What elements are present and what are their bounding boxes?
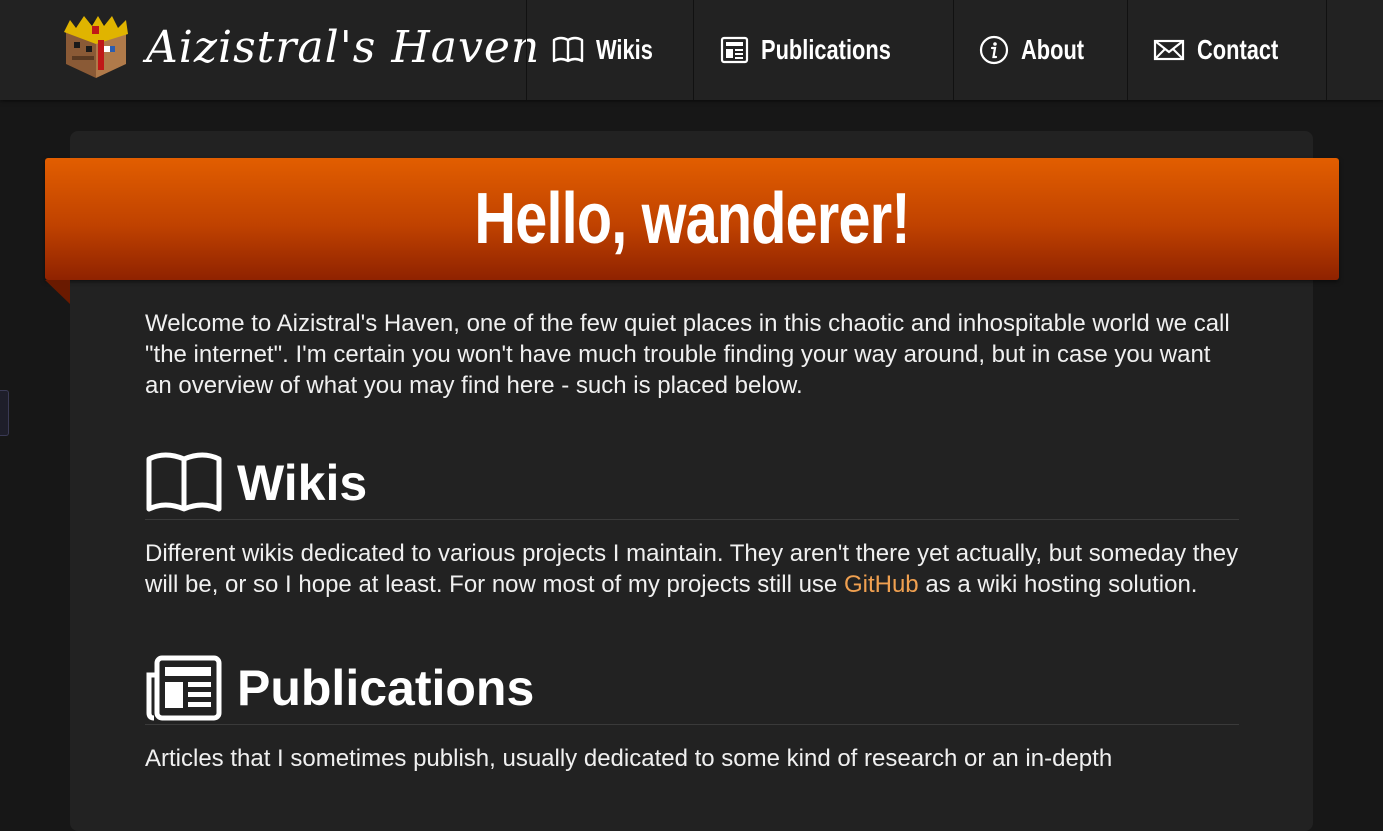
github-link[interactable]: GitHub — [844, 571, 919, 598]
book-icon — [146, 452, 222, 512]
nav-about-label: About — [1020, 34, 1084, 65]
brand-home-link[interactable]: Aizistral's Haven — [58, 12, 540, 82]
main-nav: Wikis Publications About Contact — [525, 0, 1327, 100]
main-content: Welcome to Aizistral's Haven, one of the… — [145, 308, 1239, 774]
hero-ribbon: Hello, wanderer! — [45, 158, 1339, 280]
avatar-icon — [64, 16, 128, 78]
top-navbar: Aizistral's Haven Wikis Publications Abo… — [0, 0, 1383, 100]
nav-publications-label: Publications — [761, 34, 892, 65]
side-drawer-handle[interactable] — [0, 390, 9, 436]
brand-name: Aizistral's Haven — [146, 21, 541, 73]
wikis-text-after: as a wiki hosting solution. — [918, 571, 1198, 598]
book-icon — [552, 36, 583, 63]
info-icon — [979, 35, 1009, 65]
publications-title: Publications — [237, 660, 535, 716]
hero-title: Hello, wanderer! — [474, 179, 910, 259]
wikis-text: Different wikis dedicated to various pro… — [145, 538, 1239, 600]
newspaper-icon — [721, 36, 749, 64]
ribbon-fold — [45, 280, 70, 304]
wikis-section-header: Wikis — [145, 447, 1239, 520]
wikis-title: Wikis — [237, 455, 368, 511]
nav-publications[interactable]: Publications — [694, 0, 954, 100]
nav-wikis-label: Wikis — [595, 34, 653, 65]
nav-contact[interactable]: Contact — [1128, 0, 1327, 100]
publications-text: Articles that I sometimes publish, usual… — [145, 745, 1113, 772]
nav-contact-label: Contact — [1196, 34, 1279, 65]
publications-section-header: Publications — [145, 652, 1239, 725]
intro-text: Welcome to Aizistral's Haven, one of the… — [145, 310, 1230, 399]
nav-about[interactable]: About — [954, 0, 1128, 100]
newspaper-icon — [146, 655, 222, 721]
envelope-icon — [1153, 39, 1184, 61]
nav-wikis[interactable]: Wikis — [527, 0, 695, 100]
